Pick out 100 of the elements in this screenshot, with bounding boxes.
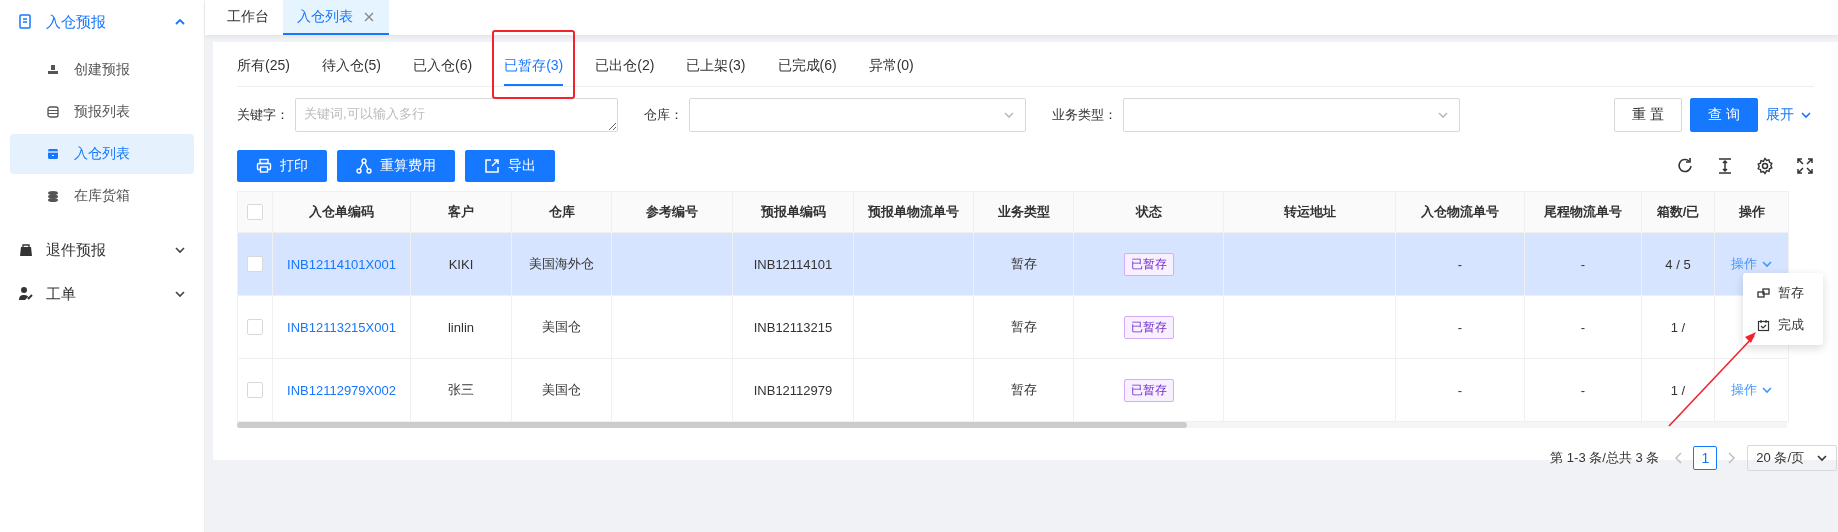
sidebar-item[interactable]: 入仓列表	[10, 134, 194, 174]
column-header: 仓库	[511, 191, 612, 233]
status-tag: 已暂存	[1123, 252, 1174, 276]
sidebar-group[interactable]: 入仓预报	[0, 2, 204, 42]
row-checkbox[interactable]	[247, 256, 263, 273]
page-tab[interactable]: 工作台	[213, 0, 283, 35]
column-header: 箱数/已	[1641, 191, 1715, 233]
table-cell: 1 /	[1670, 382, 1686, 398]
status-tab[interactable]: 异常(0)	[868, 42, 914, 86]
order-link[interactable]: INB12113215X001	[287, 319, 396, 335]
column-header: 客户	[410, 191, 512, 233]
column-header: 入仓物流单号	[1395, 191, 1525, 233]
select-field[interactable]	[1123, 98, 1460, 132]
table-cell: -	[1457, 256, 1463, 272]
chevron-left-icon	[1673, 451, 1684, 465]
stack-icon	[46, 189, 60, 203]
filter-label: 仓库：	[644, 106, 683, 124]
table-cell: INB12112979	[753, 382, 833, 398]
stamp-icon	[46, 63, 60, 77]
status-tab[interactable]: 待入仓(5)	[321, 42, 382, 86]
column-header: 预报单物流单号	[853, 191, 974, 233]
sidebar-group[interactable]: 工单	[0, 274, 204, 314]
link-icon	[1757, 286, 1770, 300]
table-cell: KIKI	[448, 256, 474, 272]
table-cell: -	[1457, 382, 1463, 398]
chevron-down-icon	[1760, 258, 1773, 270]
refresh-icon[interactable]	[1676, 157, 1694, 175]
export-icon	[484, 158, 500, 174]
row-checkbox[interactable]	[247, 319, 263, 336]
table-cell: 暂存	[1010, 256, 1037, 271]
status-tab[interactable]: 所有(25)	[237, 42, 290, 86]
status-tab[interactable]: 已出仓(2)	[595, 42, 655, 86]
chevron-down-icon	[1437, 109, 1449, 121]
status-tab[interactable]: 已上架(3)	[686, 42, 746, 86]
select-field[interactable]	[689, 98, 1026, 132]
table-cell: 暂存	[1010, 382, 1037, 397]
keyword-field[interactable]: 关键词,可以输入多行	[295, 98, 618, 132]
toolbar-button[interactable]: 打印	[237, 150, 327, 182]
chevron-down-icon	[174, 288, 186, 300]
expand-link[interactable]: 展开	[1766, 106, 1814, 124]
row-checkbox[interactable]	[247, 382, 263, 399]
table-cell: 张三	[448, 382, 474, 397]
toolbar-button[interactable]: 重算费用	[337, 150, 455, 182]
page-size-select[interactable]: 20 条/页	[1747, 445, 1837, 471]
order-link[interactable]: INB12112979X002	[287, 382, 396, 398]
table-cell: 1 /	[1670, 319, 1686, 335]
status-tab[interactable]: 已暂存(3)	[504, 42, 564, 86]
filter-label: 业务类型：	[1052, 106, 1117, 124]
page-button[interactable]: 1	[1693, 446, 1718, 470]
close-icon[interactable]	[363, 10, 375, 23]
toolbar-button[interactable]: 导出	[465, 150, 555, 182]
nodes-icon	[356, 158, 372, 174]
status-tag: 已暂存	[1123, 315, 1174, 339]
sidebar-item[interactable]: 预报列表	[10, 92, 194, 132]
filter-label: 关键字：	[237, 106, 289, 124]
table-cell: INB12113215	[753, 319, 833, 335]
chevron-down-icon	[1816, 452, 1828, 464]
chevron-down-icon	[1003, 109, 1015, 121]
sidebar-group[interactable]: 退件预报	[0, 230, 204, 270]
column-header: 转运地址	[1223, 191, 1396, 233]
status-tab[interactable]: 已完成(6)	[777, 42, 837, 86]
column-header: 参考编号	[611, 191, 733, 233]
chevron-down-icon	[174, 244, 186, 256]
calendar-check-icon	[1757, 318, 1770, 332]
select-all-checkbox[interactable]	[247, 204, 263, 221]
scrollbar-thumb[interactable]	[237, 422, 1187, 428]
table-cell: -	[1580, 256, 1586, 272]
column-header: 入仓单编码	[272, 191, 411, 233]
sidebar-item[interactable]: 创建预报	[10, 50, 194, 90]
pagination-summary: 第 1-3 条/总共 3 条	[1550, 449, 1660, 467]
column-header: 操作	[1714, 191, 1789, 233]
table-cell: -	[1457, 319, 1463, 335]
table-cell: 美国仓	[542, 319, 581, 334]
printer-icon	[256, 158, 272, 174]
bag-icon	[18, 242, 34, 258]
table-cell: INB12114101	[753, 256, 833, 272]
document-icon	[18, 14, 34, 30]
card-icon	[46, 147, 60, 161]
table-cell: -	[1580, 382, 1586, 398]
table-cell: 4 / 5	[1665, 256, 1691, 272]
query-button[interactable]: 查 询	[1690, 98, 1758, 132]
table-cell: -	[1580, 319, 1586, 335]
table-cell: 暂存	[1010, 319, 1037, 334]
column-header: 业务类型	[973, 191, 1074, 233]
fullscreen-icon[interactable]	[1796, 157, 1814, 175]
chevron-down-icon	[1760, 384, 1773, 396]
table-cell: 美国海外仓	[529, 256, 594, 271]
column-header: 预报单编码	[732, 191, 854, 233]
page-tab[interactable]: 入仓列表	[283, 0, 389, 35]
list-icon	[46, 105, 60, 119]
row-height-icon[interactable]	[1716, 157, 1734, 175]
table-row[interactable]: INB12112979X002 张三 美国仓 INB12112979 暂存 已暂存 - - 1 / 操作	[237, 358, 1789, 422]
table-cell: linlin	[448, 319, 474, 335]
person-wrench-icon	[18, 286, 34, 302]
column-header: 尾程物流单号	[1524, 191, 1642, 233]
status-tab[interactable]: 已入仓(6)	[413, 42, 473, 86]
settings-icon[interactable]	[1756, 157, 1774, 175]
column-header: 状态	[1073, 191, 1224, 233]
sidebar-item[interactable]: 在库货箱	[10, 176, 194, 216]
reset-button[interactable]: 重 置	[1614, 98, 1683, 132]
